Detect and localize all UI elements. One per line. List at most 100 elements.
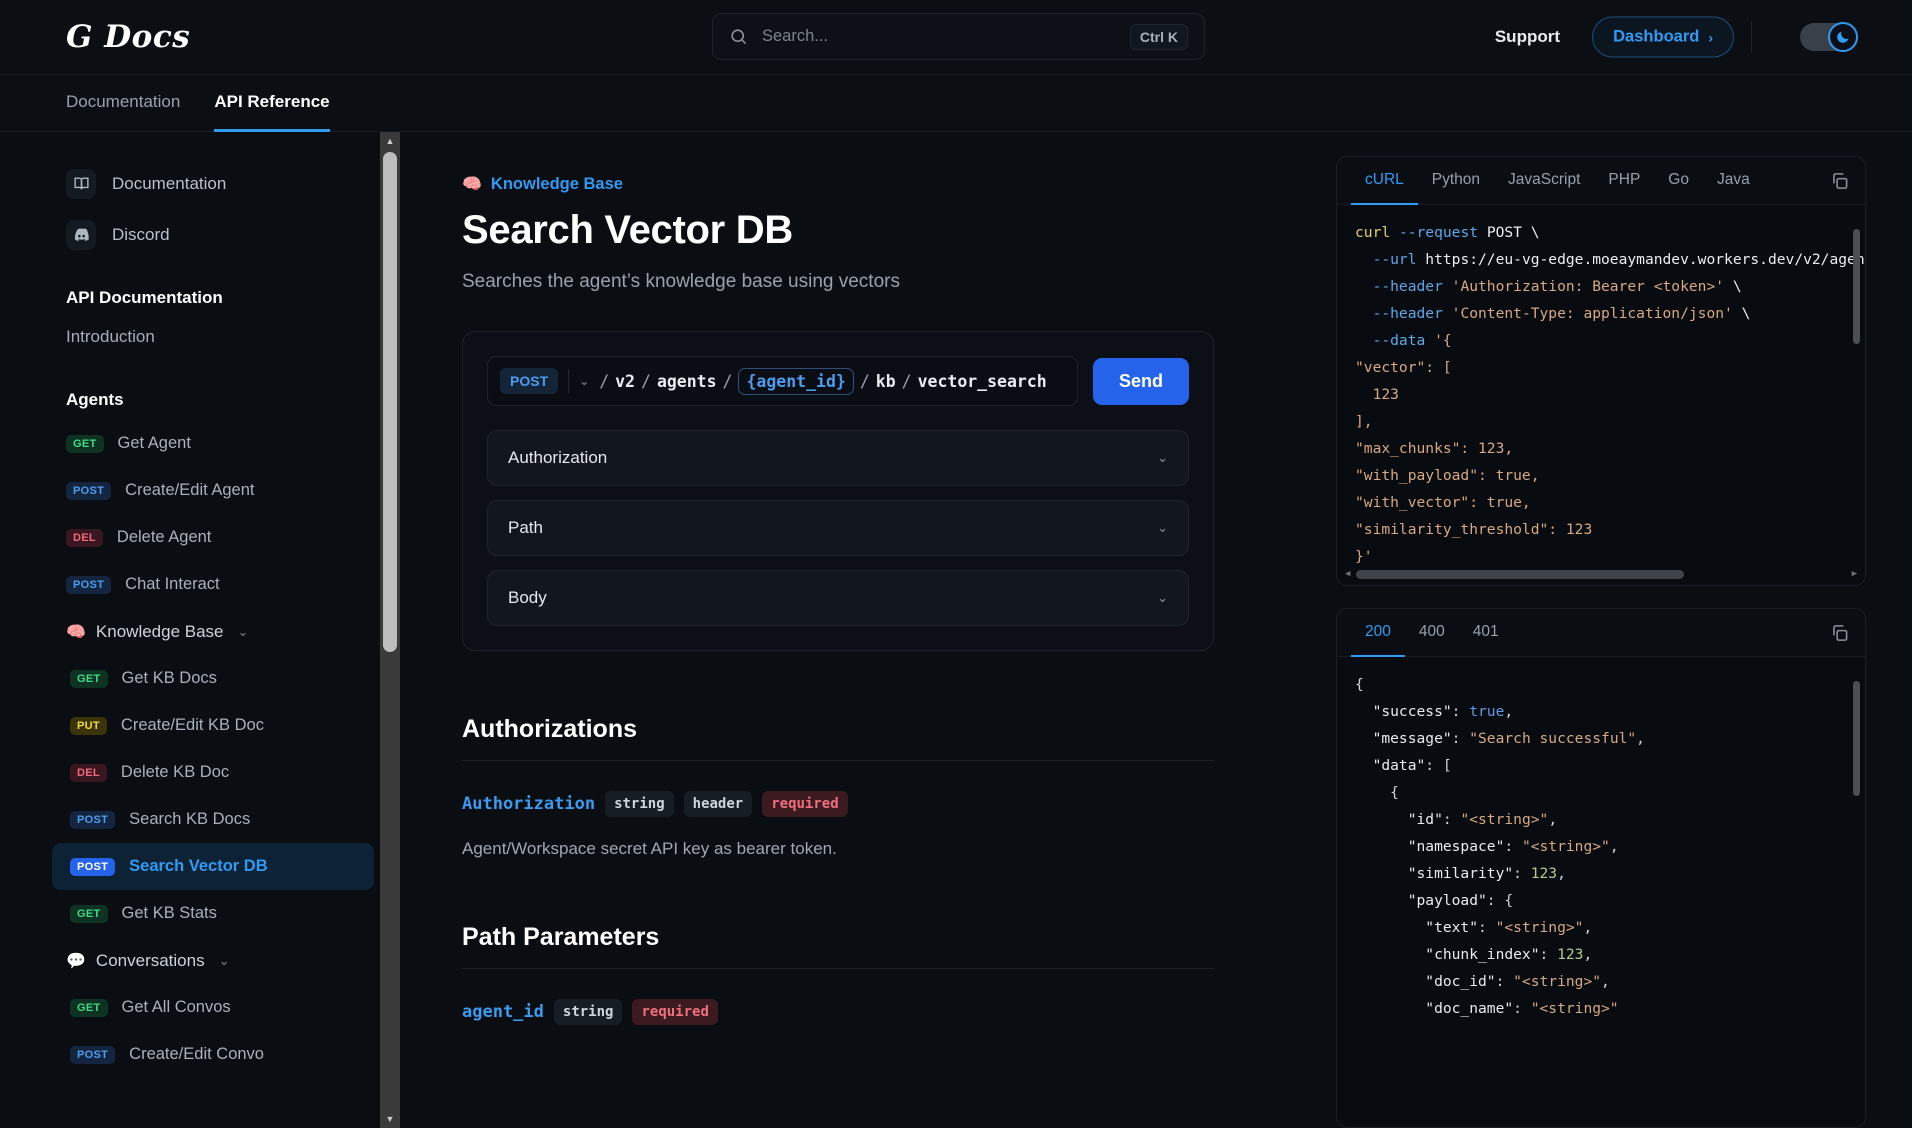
code-token: : xyxy=(1442,811,1461,828)
search-box[interactable]: Search... Ctrl K xyxy=(712,13,1205,60)
sidebar-item-search-kb-docs[interactable]: POST Search KB Docs xyxy=(52,796,374,843)
support-link[interactable]: Support xyxy=(1495,27,1560,47)
method-badge: POST xyxy=(70,1045,116,1064)
accordion-body[interactable]: Body ⌄ xyxy=(487,570,1189,626)
tab-curl[interactable]: cURL xyxy=(1351,157,1418,205)
sidebar-item-delete-agent[interactable]: DEL Delete Agent xyxy=(52,514,374,561)
copy-icon[interactable] xyxy=(1830,623,1849,642)
sidebar-item-label: Get KB Stats xyxy=(121,904,217,922)
response-status-tabs: 200 400 401 xyxy=(1337,609,1865,657)
response-code-vscrollbar-thumb[interactable] xyxy=(1853,681,1860,796)
code-token: "doc_name" xyxy=(1355,1000,1514,1017)
method-badge: POST xyxy=(70,810,116,829)
request-code-block[interactable]: curl --request POST \ --url https://eu-v… xyxy=(1337,205,1865,585)
code-line: --header 'Authorization: Bearer <token>'… xyxy=(1355,273,1847,300)
response-code-vscrollbar[interactable]: ▲ xyxy=(1852,667,1861,1117)
code-token: , xyxy=(1636,730,1645,747)
tab-php[interactable]: PHP xyxy=(1594,157,1654,205)
dashboard-button[interactable]: Dashboard › xyxy=(1592,16,1734,58)
sidebar-item-label: Get All Convos xyxy=(121,998,231,1016)
moon-icon xyxy=(1828,22,1858,52)
divider xyxy=(462,968,1214,969)
code-token: '{ xyxy=(1434,332,1452,349)
sidebar-item-introduction[interactable]: Introduction xyxy=(66,314,374,360)
tab-javascript[interactable]: JavaScript xyxy=(1494,157,1594,205)
code-token: , xyxy=(1504,703,1514,720)
sidebar-item-delete-kb-doc[interactable]: DEL Delete KB Doc xyxy=(52,749,374,796)
code-token: { xyxy=(1355,784,1399,801)
param-name: Authorization xyxy=(462,794,596,814)
hscrollbar-thumb[interactable] xyxy=(1356,570,1685,579)
tab-status-400[interactable]: 400 xyxy=(1405,609,1459,657)
breadcrumb[interactable]: 🧠 Knowledge Base xyxy=(462,174,1312,194)
copy-icon[interactable] xyxy=(1830,171,1849,190)
code-line: --data '{ xyxy=(1355,327,1847,354)
sidebar-scrollbar-thumb[interactable] xyxy=(383,152,397,652)
section-title: Path Parameters xyxy=(462,923,660,951)
code-token: "<string>" xyxy=(1460,811,1549,828)
theme-toggle[interactable] xyxy=(1800,22,1858,52)
code-token: curl xyxy=(1355,224,1399,241)
code-token: --request xyxy=(1398,224,1487,241)
code-token: : xyxy=(1451,730,1470,747)
main-content: 🧠 Knowledge Base Search Vector DB Search… xyxy=(400,132,1312,1128)
sidebar-item-get-agent[interactable]: GET Get Agent xyxy=(52,420,374,467)
request-code-hscrollbar[interactable]: ◀ ▶ xyxy=(1345,568,1857,581)
code-token: "<string>" xyxy=(1530,1000,1619,1017)
sidebar-item-label: Chat Interact xyxy=(125,575,220,593)
chevron-down-icon[interactable]: ⌄ xyxy=(579,374,589,388)
request-code-vscrollbar[interactable]: ▲ xyxy=(1852,215,1861,575)
sidebar-group-conversations[interactable]: 💬 Conversations ⌄ xyxy=(66,937,374,984)
sidebar-item-create-edit-agent[interactable]: POST Create/Edit Agent xyxy=(52,467,374,514)
hscrollbar-track[interactable] xyxy=(1356,570,1845,579)
sidebar-link-discord[interactable]: Discord xyxy=(66,209,374,260)
sidebar-item-get-all-convos[interactable]: GET Get All Convos xyxy=(52,984,374,1031)
site-logo[interactable]: G Docs xyxy=(66,19,190,55)
sidebar-scrollbar[interactable]: ▲ ▼ xyxy=(380,132,400,1128)
code-token: "<string>" xyxy=(1495,919,1584,936)
sidebar-item-search-vector-db[interactable]: POST Search Vector DB xyxy=(52,843,374,890)
path-parameters-section: Path Parameters agent_id string required xyxy=(462,923,1214,1025)
accordion-label: Path xyxy=(508,518,543,537)
accordion-path[interactable]: Path ⌄ xyxy=(487,500,1189,556)
code-token: --data xyxy=(1355,332,1435,349)
sidebar-link-documentation[interactable]: Documentation xyxy=(66,158,374,209)
path-param-agent-id[interactable]: {agent_id} xyxy=(738,367,854,395)
code-token: : xyxy=(1513,865,1531,882)
tab-status-401[interactable]: 401 xyxy=(1459,609,1513,657)
request-code-card: cURL Python JavaScript PHP Go Java curl … xyxy=(1336,156,1866,586)
scroll-up-arrow-icon[interactable]: ▲ xyxy=(380,132,400,150)
dashboard-button-label: Dashboard xyxy=(1613,27,1700,46)
header-divider xyxy=(1751,21,1752,53)
sidebar-item-get-kb-stats[interactable]: GET Get KB Stats xyxy=(52,890,374,937)
sidebar-item-chat-interact[interactable]: POST Chat Interact xyxy=(52,561,374,608)
scroll-down-arrow-icon[interactable]: ▼ xyxy=(380,1110,400,1128)
api-reference-page: G Docs Search... Ctrl K Support Dashboar… xyxy=(0,0,1912,1128)
response-code-block[interactable]: { "success": true, "message": "Search su… xyxy=(1337,657,1865,1127)
code-line: "similarity": 123, xyxy=(1355,860,1847,887)
code-token: 'Authorization: Bearer <token>' xyxy=(1451,278,1725,295)
sidebar-item-get-kb-docs[interactable]: GET Get KB Docs xyxy=(52,655,374,702)
tab-status-200[interactable]: 200 xyxy=(1351,609,1405,657)
param-row: agent_id string required xyxy=(462,999,1214,1025)
sidebar-group-label: Conversations xyxy=(95,950,205,970)
nav-tab-documentation[interactable]: Documentation xyxy=(66,75,180,132)
sidebar-group-knowledge-base[interactable]: 🧠 Knowledge Base ⌄ xyxy=(66,608,374,655)
accordion-authorization[interactable]: Authorization ⌄ xyxy=(487,430,1189,486)
scroll-left-arrow-icon[interactable]: ◀ xyxy=(1345,561,1350,585)
divider xyxy=(462,760,1214,761)
path-segment-v2: v2 xyxy=(615,371,635,391)
tab-go[interactable]: Go xyxy=(1654,157,1703,205)
scroll-right-arrow-icon[interactable]: ▶ xyxy=(1852,561,1857,585)
tab-python[interactable]: Python xyxy=(1418,157,1494,205)
code-line: "similarity_threshold": 123 xyxy=(1355,516,1847,543)
request-code-vscrollbar-thumb[interactable] xyxy=(1853,229,1860,344)
sidebar-item-create-edit-kb-doc[interactable]: PUT Create/Edit KB Doc xyxy=(52,702,374,749)
nav-tab-api-reference[interactable]: API Reference xyxy=(214,75,330,132)
code-token: "data" xyxy=(1355,757,1426,774)
response-code-card: 200 400 401 { "success": true, "message"… xyxy=(1336,608,1866,1128)
request-url-bar[interactable]: POST ⌄ / v2 / agents / {agent_id} / kb /… xyxy=(487,356,1078,406)
send-button[interactable]: Send xyxy=(1092,357,1189,405)
sidebar-item-create-edit-convo[interactable]: POST Create/Edit Convo xyxy=(52,1031,374,1078)
tab-java[interactable]: Java xyxy=(1703,157,1764,205)
